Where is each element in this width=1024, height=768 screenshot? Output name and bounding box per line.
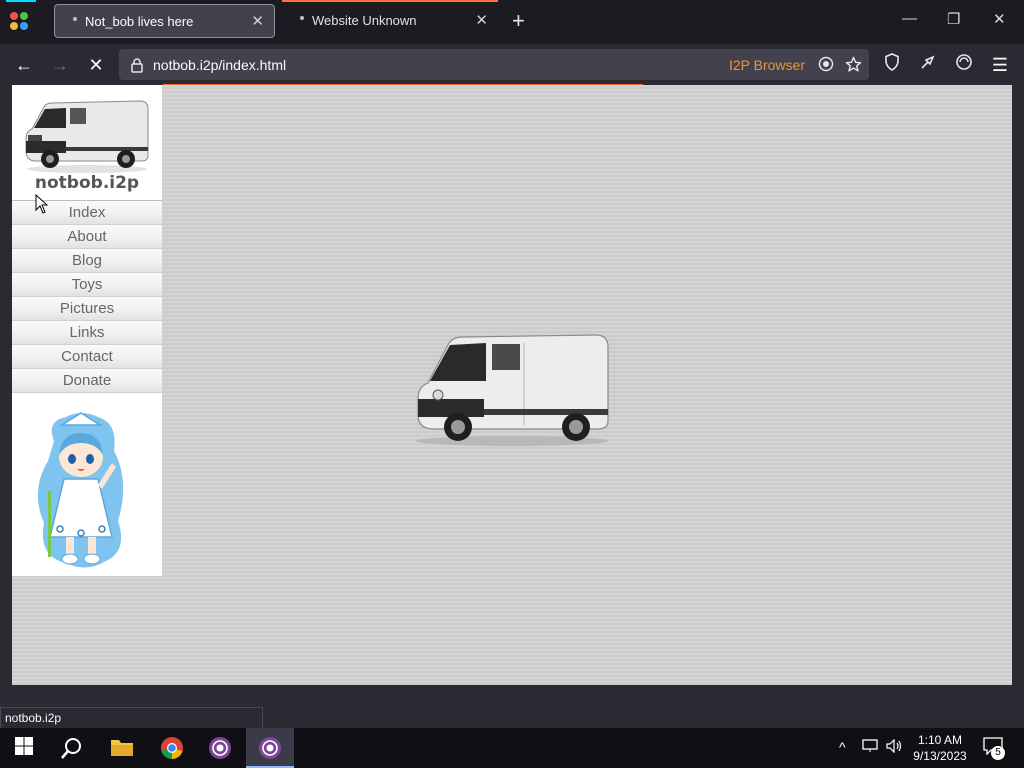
minimize-button[interactable]: — <box>902 10 917 27</box>
site-menu: Index About Blog Toys Pictures Links Con… <box>12 200 162 393</box>
apps-icon[interactable] <box>10 12 30 32</box>
tab-strip-accent <box>6 0 36 2</box>
back-button[interactable]: ← <box>12 53 36 77</box>
clock-date: 9/13/2023 <box>913 749 967 763</box>
bookmark-star-icon[interactable] <box>845 56 862 77</box>
shield-icon[interactable] <box>880 53 904 77</box>
clock-time: 1:10 AM <box>917 733 963 747</box>
tab-title: Not_bob lives here <box>85 14 194 29</box>
close-window-button[interactable]: ✕ <box>993 10 1006 28</box>
tab-favicon <box>300 16 304 20</box>
menu-item-donate[interactable]: Donate <box>12 369 162 393</box>
site-sidebar: notbob.i2p Index About Blog Toys Picture… <box>12 85 162 576</box>
i2p-browser-label: I2P Browser <box>729 57 805 73</box>
lock-icon[interactable] <box>130 57 144 78</box>
url-bar[interactable]: notbob.i2p/index.html I2P Browser <box>119 49 869 80</box>
restore-button[interactable]: ❐ <box>947 10 960 28</box>
van-logo-image[interactable] <box>22 95 152 180</box>
chrome-icon[interactable] <box>160 736 184 760</box>
menu-item-pictures[interactable]: Pictures <box>12 297 162 321</box>
apps-dot <box>20 12 28 20</box>
chevron-up-icon[interactable]: ^ <box>839 739 846 755</box>
van-image <box>412 329 612 454</box>
apps-dot <box>20 22 28 30</box>
close-tab-icon[interactable]: ✕ <box>251 12 264 30</box>
notification-count-badge: 5 <box>991 746 1005 760</box>
notification-center-icon[interactable]: 5 <box>983 737 1005 760</box>
search-icon[interactable] <box>60 736 84 760</box>
menu-item-blog[interactable]: Blog <box>12 249 162 273</box>
network-icon[interactable] <box>862 739 878 756</box>
new-tab-button[interactable]: + <box>512 8 525 34</box>
site-title[interactable]: notbob.i2p <box>12 173 162 193</box>
tab-notbob[interactable]: Not_bob lives here ✕ <box>54 4 275 38</box>
tab-website-unknown[interactable]: Website Unknown ✕ <box>282 0 498 38</box>
link-status-tooltip: notbob.i2p <box>0 707 263 729</box>
tab-strip: Not_bob lives here ✕ Website Unknown ✕ +… <box>0 0 1024 44</box>
tor-onion-icon[interactable] <box>818 56 834 76</box>
volume-icon[interactable] <box>886 738 904 756</box>
page-content: notbob.i2p Index About Blog Toys Picture… <box>12 85 1012 685</box>
nav-bar: ← → ✕ notbob.i2p/index.html I2P Browser … <box>0 44 1024 85</box>
mascot-image <box>26 411 136 581</box>
taskbar-active-app[interactable] <box>246 728 294 768</box>
taskbar-clock[interactable]: 1:10 AM 9/13/2023 <box>912 732 968 764</box>
apps-dot <box>10 22 18 30</box>
windows-start-icon[interactable] <box>14 736 38 760</box>
menu-item-about[interactable]: About <box>12 225 162 249</box>
tor-browser-active-icon <box>258 736 282 765</box>
hamburger-menu-icon[interactable]: ☰ <box>988 53 1012 77</box>
menu-item-links[interactable]: Links <box>12 321 162 345</box>
file-explorer-icon[interactable] <box>110 736 134 760</box>
forward-button[interactable]: → <box>48 53 72 77</box>
tab-favicon <box>73 17 77 21</box>
tab-title: Website Unknown <box>312 13 417 28</box>
mouse-cursor-icon <box>35 193 49 219</box>
tab-loading-bar <box>282 0 498 2</box>
menu-item-toys[interactable]: Toys <box>12 273 162 297</box>
apps-dot <box>10 12 18 20</box>
menu-item-contact[interactable]: Contact <box>12 345 162 369</box>
taskbar: ^ 1:10 AM 9/13/2023 5 <box>0 728 1024 768</box>
url-text[interactable]: notbob.i2p/index.html <box>153 57 286 73</box>
new-identity-broom-icon[interactable] <box>916 53 940 77</box>
close-tab-icon[interactable]: ✕ <box>475 11 488 29</box>
circuit-icon[interactable] <box>952 53 976 77</box>
tor-browser-icon[interactable] <box>208 736 232 760</box>
stop-button[interactable]: ✕ <box>84 53 108 77</box>
